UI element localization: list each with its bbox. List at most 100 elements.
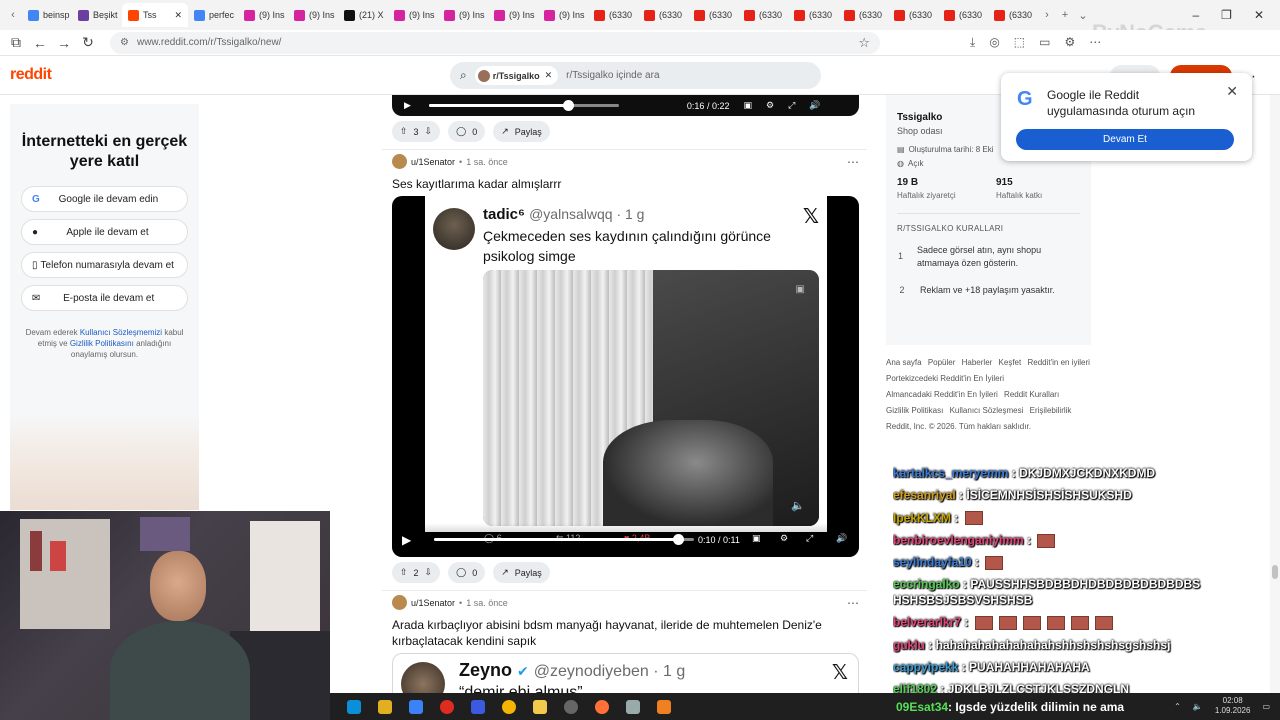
chip-close-icon[interactable]: ✕	[545, 70, 553, 81]
footer-link-news[interactable]: Haberler	[962, 358, 993, 367]
browser-tab[interactable]: (9) Ins	[488, 3, 538, 27]
post1-comments-button[interactable]: ◯ 0	[448, 121, 486, 142]
workspace-icon[interactable]: ⧉	[4, 34, 28, 51]
volume-tray-icon[interactable]: 🔈	[1193, 702, 1203, 711]
post3-more-icon[interactable]: ⋯	[847, 596, 859, 610]
bookmark-star-icon[interactable]: ☆	[858, 35, 870, 51]
post2-author-avatar[interactable]	[392, 154, 407, 169]
browser-tab[interactable]: (9) Ins	[438, 3, 488, 27]
browser-tab[interactable]: (9) Ins	[238, 3, 288, 27]
account-icon[interactable]: ◎	[989, 35, 999, 50]
widgets-taskbar-icon[interactable]	[378, 699, 392, 714]
restore-icon[interactable]: ❐	[1221, 8, 1232, 22]
post1-share-button[interactable]: ↗ Paylaş	[493, 121, 550, 142]
post2-progress-knob[interactable]	[673, 534, 685, 545]
browser-tab[interactable]: (6330	[988, 3, 1038, 27]
page-scrollbar[interactable]	[1270, 95, 1280, 693]
browser-tab[interactable]: (6330	[888, 3, 938, 27]
browser-tab[interactable]: (21) X	[338, 3, 388, 27]
post2-settings-icon[interactable]: ⚙	[780, 533, 788, 544]
downvote-icon[interactable]: ⇩	[425, 126, 433, 137]
footer-link-best-de[interactable]: Almancadaki Reddit'in En İyileri	[886, 390, 998, 399]
browser-tab[interactable]: perfec	[188, 3, 238, 27]
post2-downvote-icon[interactable]: ⇩	[425, 567, 433, 578]
chat-username[interactable]: guklu	[893, 638, 925, 652]
browser-tab[interactable]: (6330	[688, 3, 738, 27]
browser-tab[interactable]: Beşikt	[72, 3, 122, 27]
video-settings-icon[interactable]: ⚙	[766, 100, 774, 111]
post2-title[interactable]: Ses kayıtlarıma kadar almışlarrr	[392, 176, 862, 192]
download-icon[interactable]: ⤓	[970, 35, 975, 50]
chat-username[interactable]: eccringalko	[893, 577, 960, 591]
tab-close-icon[interactable]: ✕	[174, 10, 182, 21]
browser-tab[interactable]: Tss ✕	[122, 3, 188, 27]
settings-icon[interactable]: ⚙	[1064, 35, 1075, 50]
chat-username[interactable]: seylindayfa10	[893, 555, 972, 569]
new-tab-icon[interactable]: +	[1056, 9, 1074, 21]
subreddit-chip[interactable]: r/Tssigalko ✕	[474, 66, 559, 85]
app-taskbar-icon[interactable]	[471, 699, 485, 714]
rule-2[interactable]: 2 Reklam ve +18 paylaşım yasaktır.	[897, 284, 1077, 297]
google-continue-button[interactable]: Devam Et	[1016, 129, 1234, 150]
post2-video[interactable]: tadic⁶ @yalnsalwqq · 1 g 𝕏 Çekmeceden se…	[392, 196, 859, 557]
browser-tab[interactable]: (9) Ins	[388, 3, 438, 27]
browser-tab[interactable]: (6330	[638, 3, 688, 27]
taskbar-clock[interactable]: 02:08 1.09.2026	[1215, 696, 1251, 716]
extensions-icon[interactable]: ⬚	[1014, 35, 1025, 50]
browser-tab[interactable]: (6330	[588, 3, 638, 27]
browser-tab[interactable]: (6330	[938, 3, 988, 27]
store-taskbar-icon[interactable]	[409, 699, 423, 714]
post2-captions-icon[interactable]: ▣	[752, 533, 761, 544]
chat-username[interactable]: benbiroevlenganiyimm	[893, 533, 1024, 547]
browser-tab[interactable]: beinsp	[22, 3, 72, 27]
opera-taskbar-icon[interactable]	[440, 699, 454, 714]
site-info-icon[interactable]: ⚙	[120, 37, 129, 48]
google-signin-button[interactable]: G Google ile devam edin	[21, 186, 188, 212]
post2-more-icon[interactable]: ⋯	[847, 155, 859, 169]
vlc-taskbar-icon[interactable]	[657, 699, 671, 714]
post2-video-progress[interactable]	[434, 534, 694, 545]
reddit-logo[interactable]: reddit	[10, 66, 52, 84]
footer-link-best-pt[interactable]: Portekizcedeki Reddit'in En İyileri	[886, 374, 1004, 383]
user-agreement-link[interactable]: Kullanıcı Sözleşmemizi	[80, 328, 162, 337]
chrome-taskbar-icon[interactable]	[502, 699, 516, 714]
post1-progress-knob[interactable]	[562, 100, 574, 111]
tab-list-chevron-icon[interactable]: ⌄	[1074, 9, 1092, 22]
upvote-icon[interactable]: ⇧	[400, 126, 408, 137]
menu-icon[interactable]: ⋯	[1089, 35, 1101, 50]
footer-link-explore[interactable]: Keşfet	[999, 358, 1022, 367]
fullscreen-icon[interactable]: ⤢	[788, 100, 795, 111]
chat-username[interactable]: cappyipekk	[893, 660, 958, 674]
post2-comments-button[interactable]: ◯ 0	[448, 562, 486, 583]
post2-volume-icon[interactable]: 🔊	[836, 533, 847, 544]
url-field[interactable]: ⚙ www.reddit.com/r/Tssigalko/new/ ☆	[110, 31, 880, 54]
email-signin-button[interactable]: ✉ E-posta ile devam et	[21, 285, 188, 311]
chat-username[interactable]: efesanriyal	[893, 488, 956, 502]
rule-1[interactable]: 1 Sadece görsel atın, aynı shopu atmamay…	[897, 244, 1077, 270]
back-icon[interactable]: ←	[28, 35, 52, 51]
footer-link-rules[interactable]: Reddit Kuralları	[1004, 390, 1059, 399]
footer-link-privacy[interactable]: Gizlilik Politikası	[886, 406, 943, 415]
footer-link-home[interactable]: Ana sayfa	[886, 358, 922, 367]
notification-icon[interactable]: ▭	[1262, 702, 1270, 711]
footer-link-accessibility[interactable]: Erişilebilirlik	[1030, 406, 1072, 415]
post3-title[interactable]: Arada kırbaçlıyor abisini bdsm manyağı h…	[392, 617, 862, 649]
post2-play-icon[interactable]: ▶	[402, 533, 411, 547]
footer-link-popular[interactable]: Popüler	[928, 358, 956, 367]
post2-author[interactable]: u/1Senator	[411, 157, 455, 167]
tab-scroll-left-icon[interactable]: ‹	[4, 9, 22, 21]
chat-username[interactable]: belverarlkr7	[893, 615, 961, 629]
volume-icon[interactable]: 🔊	[809, 100, 820, 111]
footer-link-best[interactable]: Reddit'in en iyileri	[1027, 358, 1089, 367]
chat-username[interactable]: IpekKLXM	[893, 511, 951, 525]
obs-taskbar-icon[interactable]	[564, 699, 578, 714]
post3-author-avatar[interactable]	[392, 595, 407, 610]
phone-signin-button[interactable]: ▯ Telefon numarasıyla devam et	[21, 252, 188, 278]
post3-tweet-preview[interactable]: Zeyno ✔ @zeynodiyeben · 1 g 𝕏 “demir ebi…	[392, 653, 859, 698]
browser-tab[interactable]: (6330	[838, 3, 888, 27]
search-bar[interactable]: ⌕ r/Tssigalko ✕ r/Tssigalko içinde ara	[450, 62, 821, 89]
post2-share-button[interactable]: ↗ Paylaş	[493, 562, 550, 583]
browser-tab[interactable]: (6330	[788, 3, 838, 27]
chat-username[interactable]: kartalkcs_meryemm	[893, 466, 1008, 480]
edge-taskbar-icon[interactable]	[347, 699, 361, 714]
